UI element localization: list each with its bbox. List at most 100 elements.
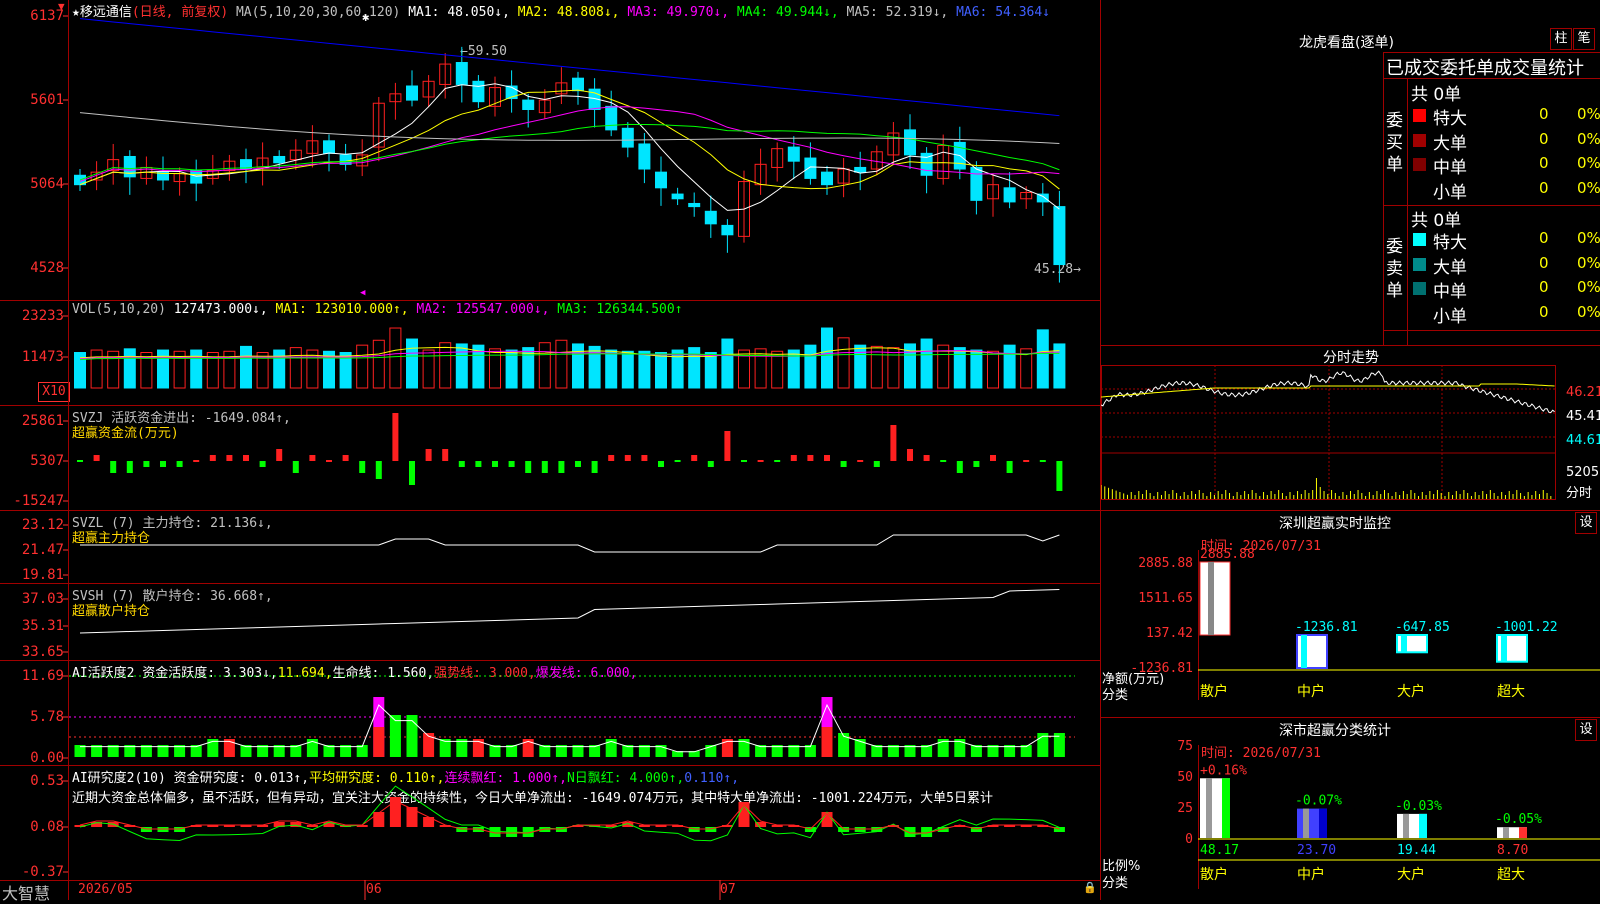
stats-y-label: 50 bbox=[1177, 770, 1193, 785]
volume-bar bbox=[887, 347, 900, 389]
volume-bar bbox=[870, 345, 883, 389]
fund-flow-bar bbox=[824, 455, 830, 461]
candle-body bbox=[655, 171, 667, 189]
fund-flow-bar bbox=[624, 455, 631, 461]
activity-bar-base bbox=[373, 727, 385, 757]
volume-bar bbox=[721, 338, 734, 389]
order-count: 0 bbox=[1539, 154, 1549, 172]
monitor-bar-shade bbox=[1501, 635, 1507, 662]
candle-body bbox=[522, 99, 535, 111]
stats-bar-shade bbox=[1503, 827, 1509, 838]
volume-bar bbox=[372, 339, 385, 389]
volume-bar bbox=[356, 344, 369, 389]
order-percent: 0% bbox=[1577, 278, 1600, 296]
classification-stats-panel[interactable]: 深市超赢分类统计 设 时间: 2026/07/31 比例% 分类 75 50 25 0… bbox=[1101, 717, 1600, 900]
fund-flow-bar bbox=[807, 455, 814, 461]
candle-body bbox=[273, 155, 286, 164]
fund-flow-bar bbox=[973, 461, 980, 467]
stats-tabs[interactable]: 已成交委托单成交量统计 bbox=[1386, 54, 1584, 80]
order-percent: 0% bbox=[1577, 129, 1600, 148]
stats-category: 超大 bbox=[1497, 867, 1525, 883]
stats-value: 8.70 bbox=[1497, 843, 1528, 858]
fund-flow-bar bbox=[77, 460, 83, 462]
volume-bar bbox=[555, 339, 568, 389]
monitor-y-label: -1236.81 bbox=[1130, 661, 1193, 676]
order-percent: 0% bbox=[1577, 154, 1600, 172]
volume-bar bbox=[854, 344, 867, 389]
fund-flow-bar bbox=[608, 455, 615, 461]
fund-flow-bar bbox=[243, 455, 249, 461]
stats-bar-edge bbox=[1519, 827, 1527, 838]
volume-bar bbox=[837, 337, 850, 389]
volume-bar bbox=[389, 327, 402, 389]
tick-view-button[interactable]: 笔 bbox=[1573, 28, 1595, 50]
fund-flow-bar bbox=[741, 460, 747, 462]
candle-body bbox=[688, 202, 701, 208]
stats-value: 19.44 bbox=[1397, 843, 1436, 858]
volume-bar bbox=[655, 352, 667, 389]
volume-bar bbox=[671, 349, 684, 389]
activity-bar-base bbox=[821, 727, 833, 757]
fund-flow-bar bbox=[674, 460, 681, 462]
fund-flow-bar bbox=[110, 461, 117, 473]
order-color-swatch bbox=[1413, 233, 1426, 246]
fund-flow-bar bbox=[375, 461, 382, 479]
volume-bar bbox=[771, 350, 784, 389]
research-bar bbox=[821, 812, 833, 827]
order-count: 0 bbox=[1539, 229, 1549, 247]
fund-flow-bar bbox=[724, 431, 731, 461]
candle-body bbox=[721, 224, 734, 236]
order-color-swatch bbox=[1413, 306, 1426, 320]
monitor-category: 超大 bbox=[1497, 684, 1525, 700]
volume-bar bbox=[920, 338, 933, 389]
candle-body bbox=[1003, 187, 1016, 203]
volume-bar bbox=[123, 348, 136, 389]
order-count: 0 bbox=[1539, 302, 1549, 321]
realtime-monitor-panel[interactable]: 深圳超赢实时监控 设 时间: 2026/07/31 净额(万元) 分类 2885… bbox=[1101, 510, 1600, 717]
volume-bar bbox=[157, 349, 169, 389]
volume-bar bbox=[455, 343, 468, 389]
order-count: 0 bbox=[1539, 105, 1549, 123]
volume-bar bbox=[572, 343, 584, 389]
order-percent: 0% bbox=[1577, 229, 1600, 247]
stats-bar-edge bbox=[1222, 778, 1230, 838]
ma5-line bbox=[79, 112, 1060, 144]
order-color-swatch bbox=[1413, 257, 1426, 271]
monitor-bar-value: -1001.22 bbox=[1495, 620, 1558, 635]
intraday-panel[interactable]: 分时走势 46.21 45.41 44.61 5205 分时 bbox=[1101, 345, 1600, 510]
fund-flow-bar bbox=[259, 461, 266, 467]
fund-flow-bar bbox=[990, 455, 996, 461]
volume-bar bbox=[505, 349, 518, 389]
fund-flow-bar bbox=[558, 461, 565, 473]
order-size-name: 中单 bbox=[1433, 282, 1467, 302]
fund-flow-bar bbox=[292, 461, 299, 473]
kline-chart-area[interactable]: 6137 5601 5064 4528 ▼ ★移远通信(日线, 前复权) MA(… bbox=[0, 0, 1100, 903]
fund-flow-bar bbox=[591, 461, 598, 473]
candle-body bbox=[821, 171, 833, 186]
candle-body bbox=[854, 166, 867, 173]
volume-bar bbox=[621, 350, 634, 389]
stats-change: -0.05% bbox=[1495, 812, 1542, 827]
dragon-title: 龙虎看盘(逐单) bbox=[1299, 35, 1394, 51]
fund-flow-bar bbox=[392, 413, 399, 461]
fund-flow-bar bbox=[309, 455, 316, 461]
order-size-name: 特大 bbox=[1433, 233, 1467, 253]
fund-flow-bar bbox=[342, 455, 349, 461]
candle-body bbox=[406, 85, 418, 101]
sell-order-label: 委卖单 bbox=[1386, 237, 1403, 301]
intraday-drawing bbox=[1101, 365, 1556, 500]
chart-drawing bbox=[0, 0, 1100, 900]
fund-flow-bar bbox=[525, 461, 532, 473]
candle-body bbox=[621, 127, 634, 148]
fund-flow-bar bbox=[143, 461, 150, 467]
stats-change: -0.03% bbox=[1395, 799, 1442, 814]
volume-bar bbox=[605, 349, 618, 389]
stats-y-label: 0 bbox=[1185, 832, 1193, 847]
fund-flow-bar bbox=[93, 455, 100, 461]
fund-flow-bar bbox=[176, 461, 183, 467]
fund-flow-bar bbox=[840, 461, 847, 467]
volume-bar bbox=[90, 349, 103, 389]
stats-category: 散户 bbox=[1200, 866, 1228, 883]
bar-view-button[interactable]: 柱 bbox=[1550, 28, 1572, 50]
order-percent: 0% bbox=[1577, 178, 1600, 197]
